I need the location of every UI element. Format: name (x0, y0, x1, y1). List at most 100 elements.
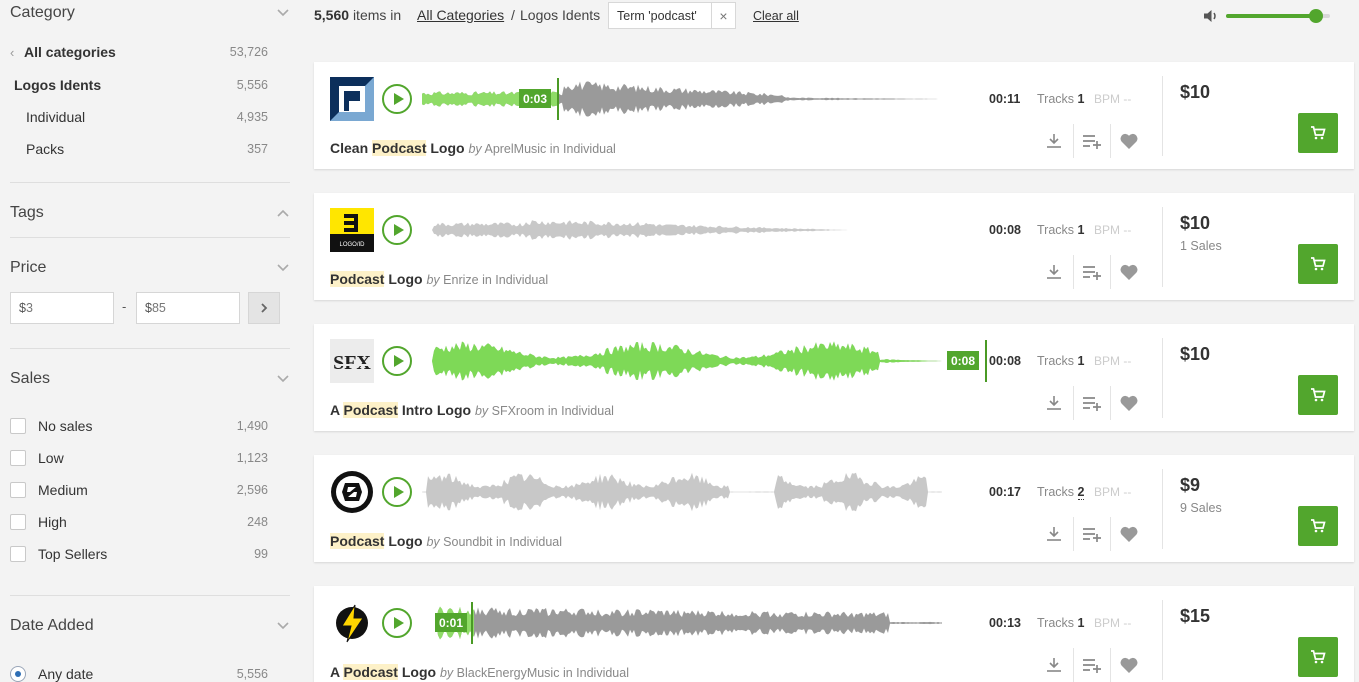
checkbox[interactable] (10, 546, 26, 562)
add-to-playlist-icon[interactable] (1073, 517, 1109, 551)
sales-option-top-sellers[interactable]: Top Sellers 99 (10, 546, 268, 562)
price-max-input[interactable]: $85 (136, 292, 240, 324)
lightning-icon[interactable] (330, 601, 374, 645)
playhead-time: 0:03 (519, 89, 552, 108)
add-to-playlist-icon[interactable] (1073, 255, 1109, 289)
category-link[interactable]: Individual (561, 404, 614, 418)
checkbox[interactable] (10, 482, 26, 498)
category-link[interactable]: Individual (563, 142, 616, 156)
play-icon[interactable] (382, 346, 412, 376)
sales-option-label: Low (38, 450, 64, 466)
author-link[interactable]: Soundbit (443, 535, 492, 549)
category-packs[interactable]: Packs 357 (26, 141, 268, 157)
download-icon[interactable] (1036, 517, 1072, 551)
add-to-cart-button[interactable] (1298, 244, 1338, 284)
download-icon[interactable] (1036, 648, 1072, 682)
heart-icon[interactable] (1110, 648, 1146, 682)
add-to-cart-button[interactable] (1298, 113, 1338, 153)
sales-option-medium[interactable]: Medium 2,596 (10, 482, 268, 498)
sales-option-no-sales[interactable]: No sales 1,490 (10, 418, 268, 434)
sales-option-high[interactable]: High 248 (10, 514, 268, 530)
duration: 00:17 (989, 485, 1021, 499)
close-icon[interactable]: × (711, 3, 735, 28)
author-link[interactable]: SFXroom (492, 404, 545, 418)
chevron-down-icon (277, 264, 289, 272)
logo-p-icon[interactable] (330, 77, 374, 121)
date-option-any[interactable]: Any date 5,556 (10, 666, 268, 682)
waveform[interactable] (422, 76, 942, 122)
date-section-header[interactable]: Date Added (10, 617, 290, 635)
price-apply-button[interactable] (248, 292, 280, 324)
checkbox[interactable] (10, 514, 26, 530)
item-title[interactable]: Clean Podcast Logo by AprelMusic in Indi… (330, 140, 616, 156)
download-icon[interactable] (1036, 124, 1072, 158)
duration: 00:08 (989, 223, 1021, 237)
heart-icon[interactable] (1110, 255, 1146, 289)
price-min-input[interactable]: $3 (10, 292, 114, 324)
sales-option-low[interactable]: Low 1,123 (10, 450, 268, 466)
play-icon[interactable] (382, 215, 412, 245)
add-to-playlist-icon[interactable] (1073, 648, 1109, 682)
sales-section-header[interactable]: Sales (10, 370, 290, 388)
clear-all-link[interactable]: Clear all (753, 9, 799, 23)
sfx-icon[interactable]: SFX (330, 339, 374, 383)
category-logos-idents[interactable]: Logos Idents 5,556 (14, 77, 268, 93)
add-to-cart-button[interactable] (1298, 637, 1338, 677)
heart-icon[interactable] (1110, 517, 1146, 551)
chevron-right-icon (261, 303, 268, 313)
category-link[interactable]: Individual (576, 666, 629, 680)
price-section-header[interactable]: Price (10, 259, 290, 277)
category-individual[interactable]: Individual 4,935 (26, 109, 268, 125)
playhead-cursor (985, 340, 987, 382)
author-link[interactable]: BlackEnergyMusic (457, 666, 560, 680)
audio-item-card: 00:17 Tracks 2 BPM -- Podcast Logo by So… (314, 455, 1354, 562)
tags-section-header[interactable]: Tags (10, 204, 290, 222)
play-icon[interactable] (382, 477, 412, 507)
price: $10 (1180, 344, 1211, 364)
tracks-count: Tracks 2 (1037, 485, 1085, 500)
radio-button[interactable] (10, 666, 26, 682)
sales-title: Sales (10, 370, 51, 387)
volume-handle[interactable] (1309, 9, 1324, 23)
category-link[interactable]: Individual (495, 273, 548, 287)
waveform[interactable] (422, 600, 942, 646)
heart-icon[interactable] (1110, 124, 1146, 158)
item-title[interactable]: Podcast Logo by Soundbit in Individual (330, 533, 562, 549)
category-link[interactable]: Individual (509, 535, 562, 549)
heart-icon[interactable] (1110, 386, 1146, 420)
add-to-playlist-icon[interactable] (1073, 124, 1109, 158)
divider (1162, 338, 1163, 418)
volume-slider[interactable] (1226, 9, 1330, 23)
author-link[interactable]: AprelMusic (484, 142, 546, 156)
search-term-chip: Term 'podcast' × (608, 2, 736, 29)
add-to-playlist-icon[interactable] (1073, 386, 1109, 420)
sales-option-label: High (38, 514, 67, 530)
waveform[interactable] (422, 469, 942, 515)
play-icon[interactable] (382, 608, 412, 638)
play-icon[interactable] (382, 84, 412, 114)
add-to-cart-button[interactable] (1298, 375, 1338, 415)
soundbit-icon[interactable] (330, 470, 374, 514)
download-icon[interactable] (1036, 255, 1072, 289)
waveform[interactable] (422, 338, 942, 384)
price: $15 (1180, 606, 1211, 626)
bpm: BPM -- (1094, 92, 1132, 106)
add-to-cart-button[interactable] (1298, 506, 1338, 546)
checkbox[interactable] (10, 418, 26, 434)
download-icon[interactable] (1036, 386, 1072, 420)
sales-option-count: 1,123 (236, 451, 268, 465)
logo-e-icon[interactable]: LOGO/ID (330, 208, 374, 252)
chevron-down-icon (277, 622, 289, 630)
category-section-header[interactable]: Category (10, 4, 290, 22)
category-all[interactable]: ‹ All categories 53,726 (10, 44, 268, 60)
checkbox[interactable] (10, 450, 26, 466)
item-title[interactable]: A Podcast Intro Logo by SFXroom in Indiv… (330, 402, 614, 418)
bpm: BPM -- (1094, 616, 1132, 630)
price-max-value: 85 (151, 301, 166, 315)
volume-icon[interactable] (1202, 7, 1220, 25)
breadcrumb-all-categories[interactable]: All Categories (417, 7, 504, 23)
author-link[interactable]: Enrize (443, 273, 478, 287)
item-title[interactable]: A Podcast Logo by BlackEnergyMusic in In… (330, 664, 629, 680)
waveform[interactable] (422, 207, 942, 253)
item-title[interactable]: Podcast Logo by Enrize in Individual (330, 271, 548, 287)
